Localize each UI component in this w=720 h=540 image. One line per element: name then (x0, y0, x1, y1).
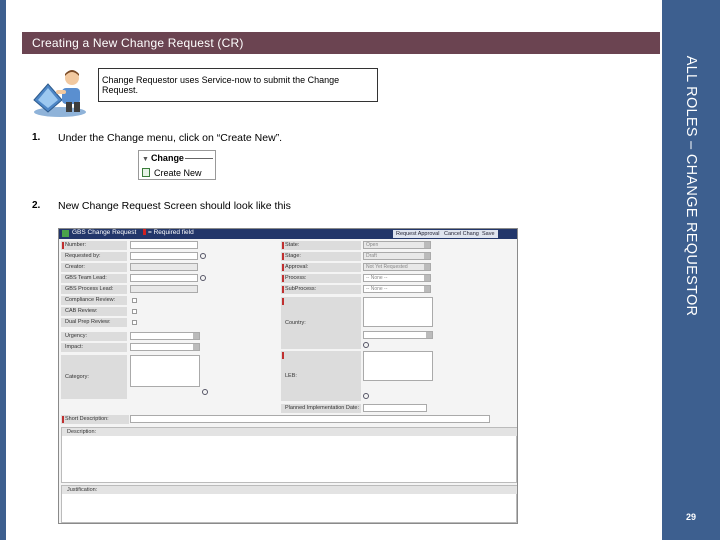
field-label-country: Country: (281, 297, 361, 349)
approval-select[interactable]: Not Yet Requested (363, 263, 431, 271)
new-document-icon (142, 168, 150, 177)
step-2-text: New Change Request Screen should look li… (58, 200, 291, 212)
field-label-urgency: Urgency: (61, 332, 127, 341)
field-label-gbs-team-lead: GBS Team Lead: (61, 274, 127, 283)
side-banner-text: ALL ROLES – CHANGE REQUESTOR (683, 55, 699, 317)
left-edge-band (0, 0, 6, 540)
field-label-process: Process: (281, 274, 361, 283)
step-2-number: 2. (32, 200, 41, 211)
step-1-number: 1. (32, 132, 41, 143)
menu-item-label: Create New (154, 168, 202, 178)
justification-label: Justification: (62, 486, 517, 494)
compliance-review-checkbox[interactable] (132, 298, 137, 303)
field-label-approval: Approval: (281, 263, 361, 272)
field-label-state: State: (281, 241, 361, 250)
change-request-form: GBS Change Request = Required field Requ… (58, 228, 518, 524)
gbs-team-lead-field[interactable] (130, 274, 198, 282)
description-section[interactable]: Description: (61, 427, 517, 483)
dual-prep-review-checkbox[interactable] (132, 320, 137, 325)
callout-box: Change Requestor uses Service-now to sub… (98, 68, 378, 102)
team-lead-lookup-icon[interactable] (200, 275, 206, 281)
slide-title: Creating a New Change Request (CR) (32, 36, 244, 50)
requested-by-field[interactable] (130, 252, 198, 260)
menu-header[interactable]: ▼ Change (142, 153, 184, 163)
required-legend: = Required field (143, 229, 194, 236)
step-1-text: Under the Change menu, click on “Create … (58, 132, 283, 144)
field-label-gbs-process-lead: GBS Process Lead: (61, 285, 127, 294)
person-at-computer-icon (33, 70, 86, 117)
collapse-triangle-icon: ▼ (142, 156, 149, 163)
change-menu-snippet: ▼ Change Create New (138, 150, 216, 180)
cab-review-checkbox[interactable] (132, 309, 137, 314)
creator-field[interactable] (130, 263, 198, 271)
field-label-compliance-review: Compliance Review: (61, 296, 127, 305)
country-lookup-icon[interactable] (363, 342, 369, 348)
field-label-requested-by: Requested by: (61, 252, 127, 261)
requested-by-lookup-icon[interactable] (200, 253, 206, 259)
field-label-subprocess: SubProcess: (281, 285, 361, 294)
page-number: 29 (685, 512, 696, 522)
process-select[interactable]: -- None -- (363, 274, 431, 282)
category-lookup-icon[interactable] (202, 389, 208, 395)
title-bar: Creating a New Change Request (CR) (22, 32, 660, 54)
save-button[interactable]: Save (479, 230, 498, 238)
field-label-cab-review: CAB Review: (61, 307, 127, 316)
form-icon (62, 230, 69, 237)
number-field[interactable] (130, 241, 198, 249)
urgency-select[interactable] (130, 332, 200, 340)
short-description-field[interactable] (130, 415, 490, 423)
leb-lookup-icon[interactable] (363, 393, 369, 399)
form-title: GBS Change Request (72, 229, 137, 236)
state-select[interactable]: Open (363, 241, 431, 249)
country-select[interactable] (363, 331, 433, 339)
field-label-stage: Stage: (281, 252, 361, 261)
justification-section[interactable]: Justification: (61, 485, 517, 523)
form-header: GBS Change Request = Required field Requ… (59, 229, 517, 239)
category-list[interactable] (130, 355, 200, 387)
impact-select[interactable] (130, 343, 200, 351)
field-label-planned-implementation-date: Planned Implementation Date: (281, 404, 361, 413)
gbs-process-lead-field[interactable] (130, 285, 198, 293)
stage-select[interactable]: Draft (363, 252, 431, 260)
menu-header-label: Change (150, 153, 184, 163)
field-label-impact: Impact: (61, 343, 127, 352)
description-label: Description: (62, 428, 517, 436)
menu-item-create-new[interactable]: Create New (142, 168, 202, 178)
subprocess-select[interactable]: -- None -- (363, 285, 431, 293)
field-label-short-description: Short Description: (61, 415, 129, 424)
leb-list[interactable] (363, 351, 433, 381)
side-banner: ALL ROLES – CHANGE REQUESTOR (662, 0, 720, 540)
field-label-creator: Creator: (61, 263, 127, 272)
planned-date-field[interactable] (363, 404, 427, 412)
callout-text: Change Requestor uses Service-now to sub… (102, 75, 340, 95)
request-approval-button[interactable]: Request Approval (393, 230, 443, 238)
field-label-category: Category: (61, 355, 127, 399)
field-label-number: Number: (61, 241, 127, 250)
country-list[interactable] (363, 297, 433, 327)
menu-divider (185, 158, 213, 159)
field-label-dual-prep-review: Dual Prep Review: (61, 318, 127, 327)
field-label-leb: LEB: (281, 351, 361, 401)
